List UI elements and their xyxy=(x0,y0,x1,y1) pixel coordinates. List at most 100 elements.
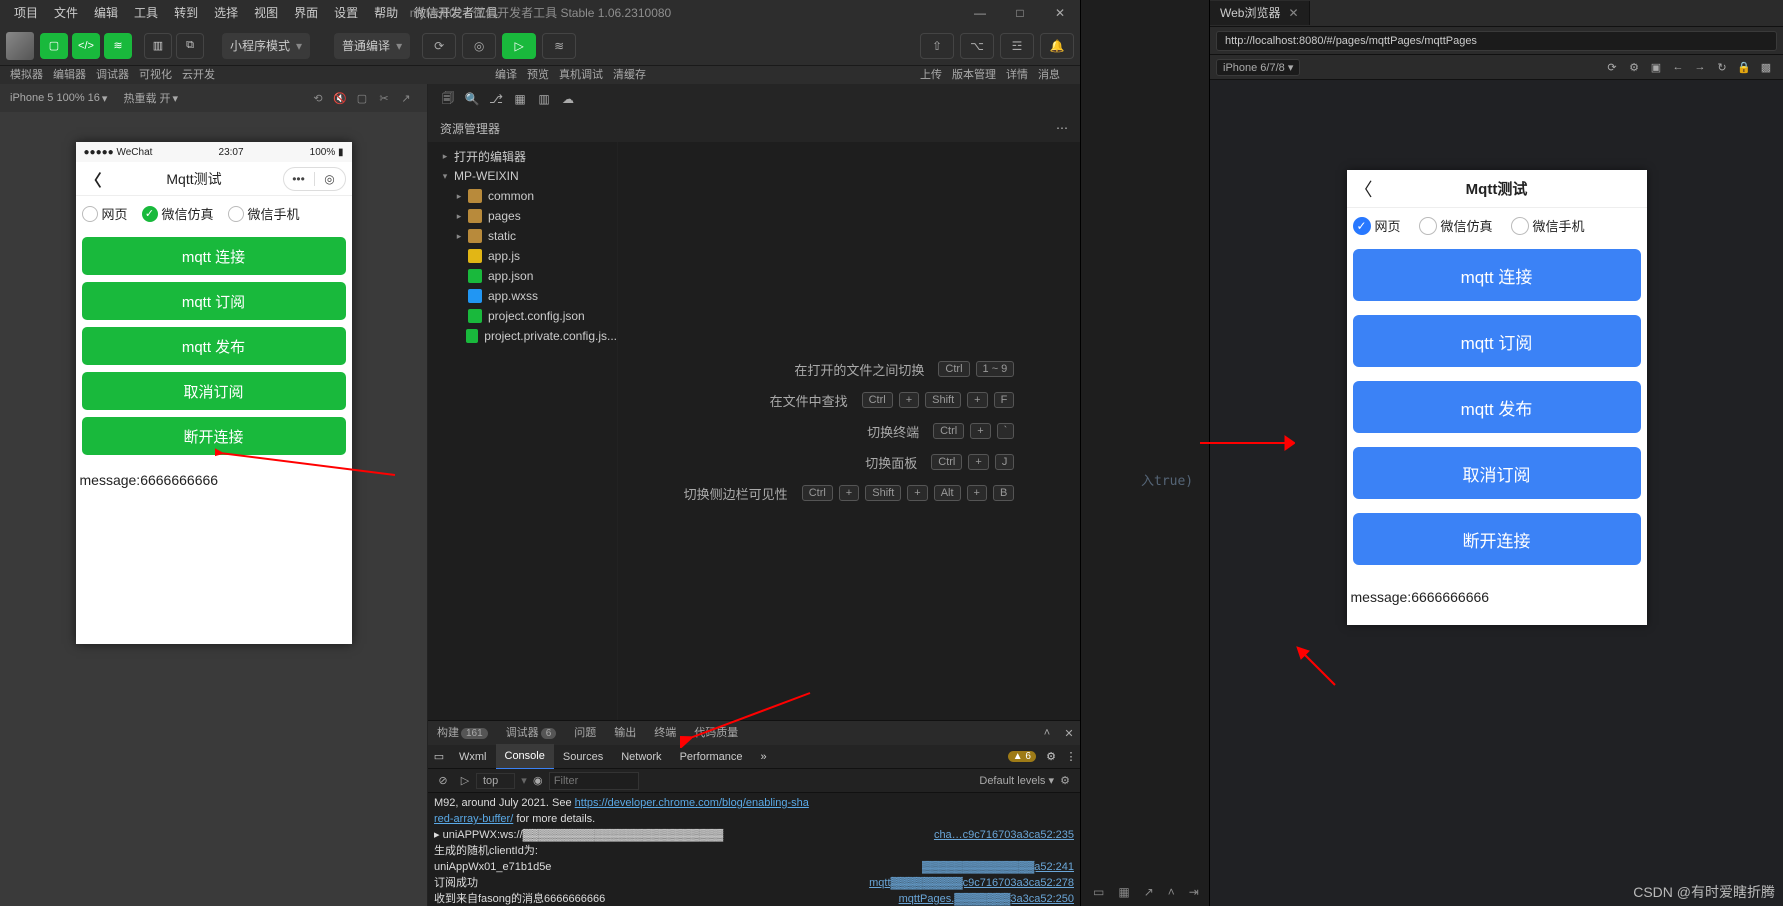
popout-icon[interactable]: ▣ xyxy=(1645,61,1667,74)
menu-item[interactable]: 工具 xyxy=(126,0,166,26)
devtools-tab[interactable]: 问题 xyxy=(565,721,605,745)
mqtt-connect-button[interactable]: mqtt 连接 xyxy=(1353,249,1641,301)
filter-input[interactable] xyxy=(549,772,639,790)
tree-row[interactable]: ▸pages xyxy=(428,206,617,226)
minimize-icon[interactable]: — xyxy=(960,0,1000,26)
more-icon[interactable]: ⋯ xyxy=(1056,121,1068,135)
compile-select[interactable]: 普通编译▾ xyxy=(334,33,410,59)
pop-icon[interactable]: ↗ xyxy=(395,92,417,105)
tree-row[interactable]: ▸common xyxy=(428,186,617,206)
play-icon[interactable]: ▷ xyxy=(454,774,476,787)
tree-row[interactable]: app.js xyxy=(428,246,617,266)
menu-item[interactable]: 帮助 xyxy=(366,0,406,26)
radio-web[interactable]: 网页 xyxy=(82,204,128,223)
branch-icon[interactable]: ⌥ xyxy=(960,33,994,59)
devtools-tab[interactable]: 输出 xyxy=(605,721,645,745)
tool-icon[interactable]: ↗ xyxy=(1144,885,1154,899)
close-icon[interactable]: ✕ xyxy=(1058,727,1080,740)
mqtt-publish-button[interactable]: mqtt 发布 xyxy=(1353,381,1641,433)
mute-icon[interactable]: 🔇 xyxy=(329,92,351,105)
mqtt-disconnect-button[interactable]: 断开连接 xyxy=(1353,513,1641,565)
tree-row[interactable]: ▸static xyxy=(428,226,617,246)
editor-toggle-icon[interactable]: </> xyxy=(72,33,100,59)
tool-icon[interactable]: ˄ xyxy=(1168,885,1175,899)
capsule-menu[interactable]: •••◎ xyxy=(283,167,346,191)
tree-row[interactable]: ▾MP-WEIXIN xyxy=(428,166,617,186)
devtools-subtab[interactable]: Sources xyxy=(554,745,612,769)
back-icon[interactable]: 〈 xyxy=(82,167,106,191)
cut-icon[interactable]: ✂ xyxy=(373,92,395,105)
radio-sim[interactable]: 微信仿真 xyxy=(142,204,214,223)
mode-select[interactable]: 小程序模式▾ xyxy=(222,33,310,59)
files-icon[interactable]: 🗐 xyxy=(436,89,460,110)
devtools-subtab[interactable]: Performance xyxy=(671,745,752,769)
ext-icon[interactable]: ▦ xyxy=(508,92,532,106)
context-select[interactable]: top xyxy=(476,773,515,789)
menu-item[interactable]: 微信开发者工具 xyxy=(406,0,506,26)
ext2-icon[interactable]: ▥ xyxy=(532,92,556,106)
tree-row[interactable]: app.json xyxy=(428,266,617,286)
devtools-subtab[interactable]: Network xyxy=(612,745,670,769)
menu-item[interactable]: 编辑 xyxy=(86,0,126,26)
eye-icon[interactable]: ◎ xyxy=(462,33,496,59)
back-icon[interactable]: ← xyxy=(1667,61,1689,73)
maximize-icon[interactable]: □ xyxy=(1000,0,1040,26)
radio-real[interactable]: 微信手机 xyxy=(1511,216,1585,235)
menu-item[interactable]: 视图 xyxy=(246,0,286,26)
tree-row[interactable]: ▸打开的编辑器 xyxy=(428,146,617,166)
radio-sim[interactable]: 微信仿真 xyxy=(1419,216,1493,235)
devtools-tab[interactable]: 构建161 xyxy=(428,721,497,746)
menu-item[interactable]: 界面 xyxy=(286,0,326,26)
devtools-subtab[interactable]: Console xyxy=(496,744,554,770)
upload-icon[interactable]: ⇧ xyxy=(920,33,954,59)
more-icon[interactable]: ⋮ xyxy=(1062,750,1080,763)
mqtt-unsubscribe-button[interactable]: 取消订阅 xyxy=(82,372,346,410)
refresh-icon[interactable]: ⟳ xyxy=(422,33,456,59)
mqtt-publish-button[interactable]: mqtt 发布 xyxy=(82,327,346,365)
gear-icon[interactable]: ⚙ xyxy=(1054,774,1076,787)
hot-reload-label[interactable]: 热重载 开 xyxy=(123,90,170,106)
menu-item[interactable]: 文件 xyxy=(46,0,86,26)
clear-icon[interactable]: ⊘ xyxy=(432,774,454,787)
radio-web[interactable]: 网页 xyxy=(1353,216,1401,235)
tree-row[interactable]: project.config.json xyxy=(428,306,617,326)
eye-icon[interactable]: ◉ xyxy=(527,774,549,787)
gear-icon[interactable]: ⚙ xyxy=(1040,750,1062,763)
menu-item[interactable]: 选择 xyxy=(206,0,246,26)
devtools-subtab[interactable]: Wxml xyxy=(450,745,496,769)
lock-icon[interactable]: 🔒 xyxy=(1733,61,1755,74)
reload-icon[interactable]: ↻ xyxy=(1711,61,1733,74)
device-icon[interactable]: ▢ xyxy=(351,92,373,105)
close-icon[interactable]: ✕ xyxy=(1288,1,1298,25)
radio-real[interactable]: 微信手机 xyxy=(228,204,300,223)
menu-item[interactable]: 项目 xyxy=(6,0,46,26)
mqtt-disconnect-button[interactable]: 断开连接 xyxy=(82,417,346,455)
debugger-toggle-icon[interactable]: ≋ xyxy=(104,33,132,59)
tree-row[interactable]: app.wxss xyxy=(428,286,617,306)
mqtt-subscribe-button[interactable]: mqtt 订阅 xyxy=(82,282,346,320)
simulator-toggle-icon[interactable]: ▢ xyxy=(40,33,68,59)
device-label[interactable]: iPhone 5 100% 16 xyxy=(10,92,100,104)
cloud-icon[interactable]: ☁ xyxy=(556,92,580,106)
menu-item[interactable]: 转到 xyxy=(166,0,206,26)
devtools-tab[interactable]: 终端 xyxy=(645,721,685,745)
mqtt-connect-button[interactable]: mqtt 连接 xyxy=(82,237,346,275)
devtools-tab[interactable]: 代码质量 xyxy=(685,721,747,745)
layers-icon[interactable]: ≋ xyxy=(542,33,576,59)
mqtt-unsubscribe-button[interactable]: 取消订阅 xyxy=(1353,447,1641,499)
close-icon[interactable]: ✕ xyxy=(1040,0,1080,26)
tool-icon[interactable]: ▭ xyxy=(1093,885,1104,899)
bell-icon[interactable]: 🔔 xyxy=(1040,33,1074,59)
tool-icon[interactable]: ⇥ xyxy=(1189,885,1199,899)
tree-row[interactable]: project.private.config.js... xyxy=(428,326,617,346)
link-icon[interactable]: ⧉ xyxy=(176,33,204,59)
screenshot-icon[interactable]: ▩ xyxy=(1755,61,1777,74)
chevron-up-icon[interactable]: ˄ xyxy=(1036,727,1058,739)
devtools-subtab[interactable]: » xyxy=(752,745,776,769)
split-view-icon[interactable]: ▥ xyxy=(144,33,172,59)
levels-select[interactable]: Default levels ▾ xyxy=(979,774,1054,787)
details-icon[interactable]: ☲ xyxy=(1000,33,1034,59)
rotate-icon[interactable]: ⟳ xyxy=(1601,61,1623,74)
devtools-tab[interactable]: 调试器6 xyxy=(497,721,566,746)
inspect-icon[interactable]: ▭ xyxy=(428,750,450,763)
